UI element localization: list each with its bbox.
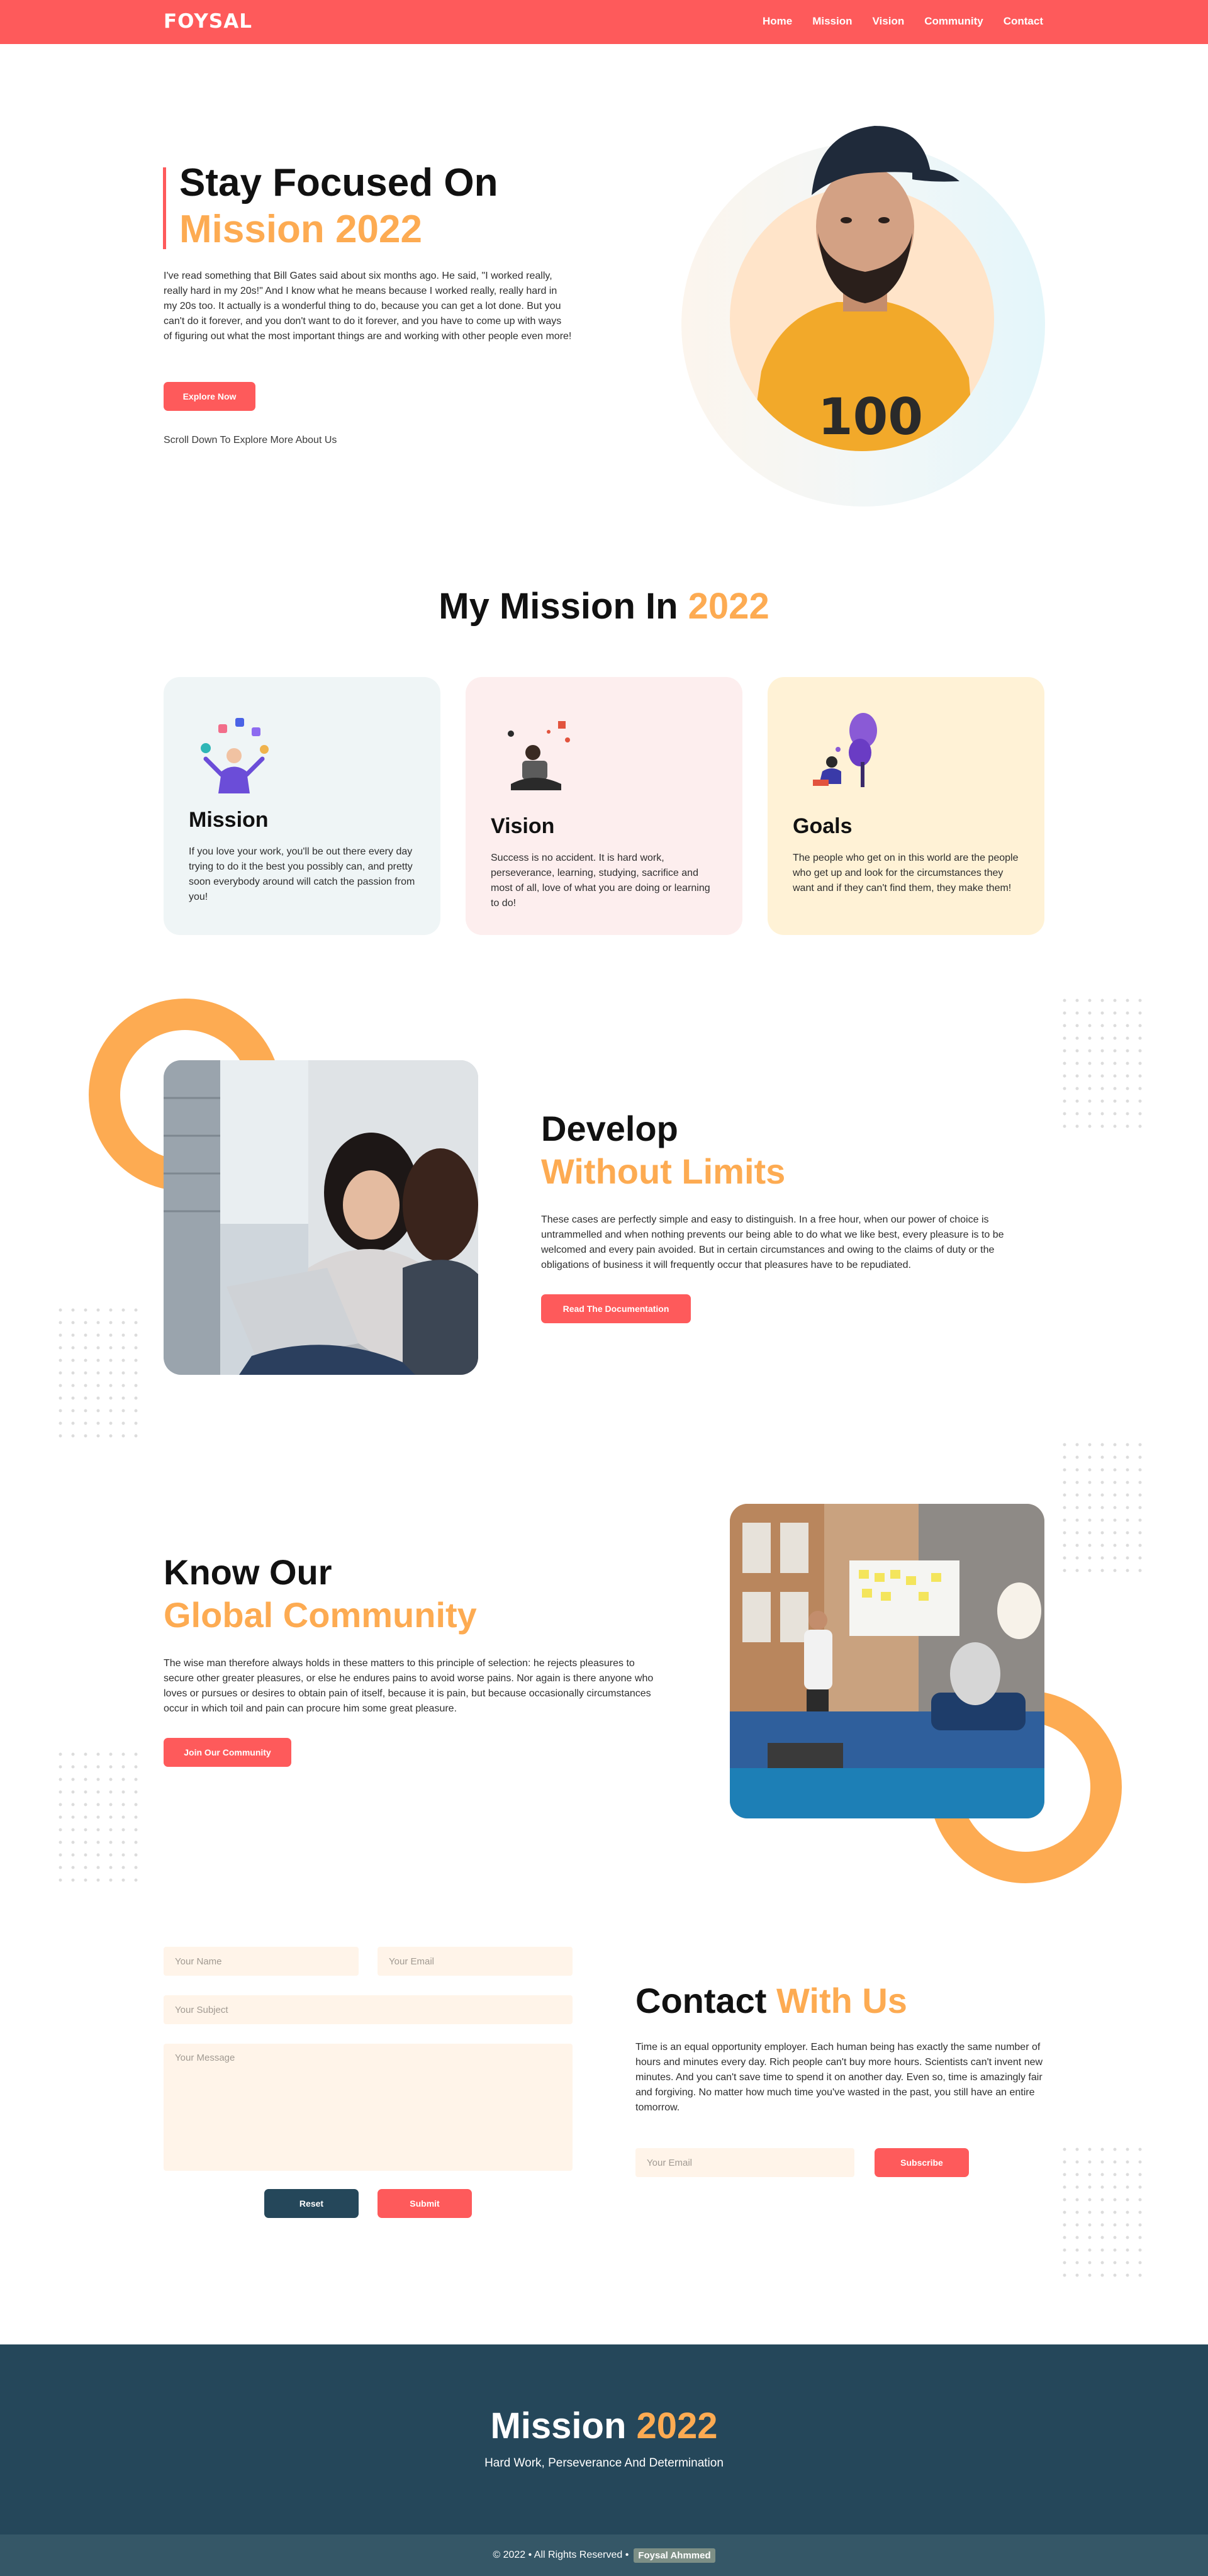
person-with-tree-illustration	[813, 713, 877, 787]
mission-card-text: If you love your work, you'll be out the…	[189, 846, 415, 902]
develop-title-accent: Without Limits	[541, 1151, 786, 1191]
footer-title-main: Mission	[490, 2405, 627, 2446]
nav-link-home[interactable]: Home	[763, 15, 792, 28]
top-navbar: FOYSAL Home Mission Vision Community Con…	[0, 0, 1208, 44]
dot-grid-decoration	[1062, 998, 1150, 1130]
name-field[interactable]	[164, 1947, 359, 1976]
subscribe-button[interactable]: Subscribe	[875, 2148, 969, 2177]
vision-card-text: Success is no accident. It is hard work,…	[491, 853, 710, 909]
mission-card-title: Mission	[189, 808, 269, 832]
goals-card: Goals The people who get on in this worl…	[768, 677, 1044, 935]
community-paragraph: The wise man therefore always holds in t…	[164, 1658, 654, 1714]
contact-title-accent: With Us	[776, 1981, 907, 2020]
read-documentation-button[interactable]: Read The Documentation	[541, 1294, 691, 1323]
community-title-main: Know Our	[164, 1552, 332, 1592]
nav-link-community[interactable]: Community	[924, 15, 983, 28]
mission-title-main: My Mission In	[439, 586, 678, 627]
contact-paragraph: Time is an equal opportunity employer. E…	[635, 2042, 1043, 2113]
subscribe-email-field[interactable]	[635, 2148, 854, 2177]
mission-title-accent: 2022	[688, 586, 769, 627]
reset-button[interactable]: Reset	[264, 2189, 359, 2218]
goals-card-title: Goals	[793, 814, 853, 838]
svg-text:100: 100	[818, 388, 923, 446]
landing-page: FOYSAL Home Mission Vision Community Con…	[0, 0, 1208, 2576]
nav-links: Home Mission Vision Community Contact	[763, 15, 1043, 28]
scroll-hint: Scroll Down To Explore More About Us	[164, 435, 337, 445]
develop-title-main: Develop	[541, 1109, 678, 1148]
community-title-accent: Global Community	[164, 1595, 477, 1635]
goals-card-text: The people who get on in this world are …	[793, 853, 1019, 893]
message-field[interactable]	[164, 2044, 573, 2171]
contact-title: Contact With Us	[635, 1980, 907, 2022]
juggling-person-illustration	[201, 718, 269, 793]
hero-portrait-image: 100	[749, 126, 975, 451]
students-laptop-image	[164, 1060, 478, 1375]
dot-grid-decoration	[1062, 2147, 1150, 2279]
footer-main: Mission 2022 Hard Work, Perseverance And…	[0, 2344, 1208, 2534]
copyright-text: © 2022 • All Rights Reserved •	[493, 2550, 629, 2560]
footer-title: Mission 2022	[0, 2405, 1208, 2447]
email-field[interactable]	[378, 1947, 573, 1976]
contact-title-main: Contact	[635, 1981, 767, 2020]
subject-field[interactable]	[164, 1995, 573, 2024]
team-meeting-photo	[730, 1504, 1044, 1818]
mission-card: Mission If you love your work, you'll be…	[164, 677, 440, 935]
meditating-person-illustration	[508, 721, 570, 790]
join-community-button[interactable]: Join Our Community	[164, 1738, 291, 1767]
hero-title: Stay Focused On Mission 2022	[179, 160, 498, 253]
develop-paragraph: These cases are perfectly simple and eas…	[541, 1214, 1004, 1270]
footer-tagline: Hard Work, Perseverance And Determinatio…	[484, 2456, 724, 2470]
dot-grid-decoration	[1062, 1442, 1150, 1574]
nav-link-vision[interactable]: Vision	[873, 15, 905, 28]
nav-link-mission[interactable]: Mission	[812, 15, 852, 28]
community-title: Know Our Global Community	[164, 1551, 477, 1637]
develop-title: Develop Without Limits	[541, 1107, 785, 1193]
hero-accent-bar	[163, 167, 166, 249]
hero-title-line2: Mission 2022	[179, 208, 422, 251]
dot-grid-decoration	[58, 1308, 146, 1440]
mission-section-title: My Mission In 2022	[0, 585, 1208, 627]
students-laptop-photo	[164, 1060, 478, 1375]
footer-title-accent: 2022	[636, 2405, 718, 2446]
hero-title-line1: Stay Focused On	[179, 161, 498, 204]
vision-card-title: Vision	[491, 814, 555, 838]
submit-button[interactable]: Submit	[378, 2189, 472, 2218]
explore-now-button[interactable]: Explore Now	[164, 382, 255, 411]
footer-copyright-bar: © 2022 • All Rights Reserved • Foysal Ah…	[0, 2534, 1208, 2576]
site-logo[interactable]: FOYSAL	[164, 10, 252, 33]
team-meeting-image	[730, 1504, 1044, 1818]
hero-paragraph: I've read something that Bill Gates said…	[164, 271, 572, 342]
author-badge[interactable]: Foysal Ahmmed	[634, 2548, 715, 2563]
nav-link-contact[interactable]: Contact	[1004, 15, 1043, 28]
vision-card: Vision Success is no accident. It is har…	[466, 677, 742, 935]
dot-grid-decoration	[58, 1752, 146, 1884]
